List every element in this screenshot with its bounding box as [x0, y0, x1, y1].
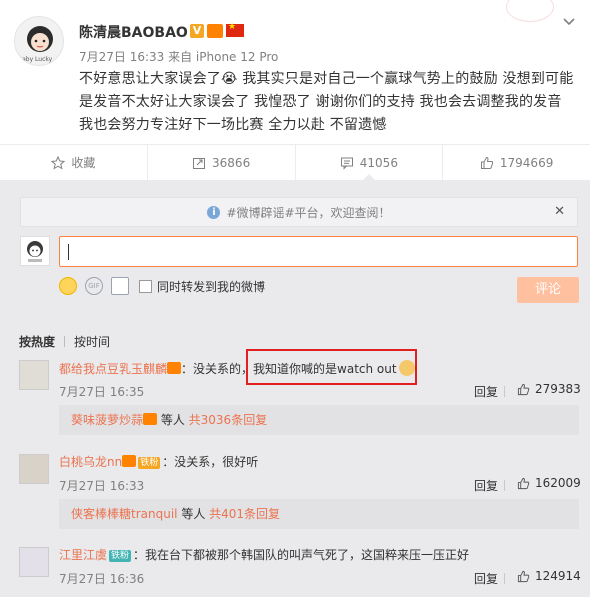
fan-badge[interactable]: 铁粉 [138, 457, 161, 469]
thumbs-up-icon [517, 570, 530, 582]
reply-button[interactable]: 回复 [474, 477, 498, 494]
comment-like-button[interactable]: 279383 [517, 382, 581, 396]
comment-text: ：没关系，很好听 [162, 455, 259, 469]
sub-replies-summary[interactable]: 葵味菠萝炒蒜 等人 共3036条回复 [59, 405, 579, 435]
verified-icon[interactable]: V [190, 24, 204, 38]
member-level-icon[interactable] [167, 362, 182, 374]
post-text: 不好意思让大家误会了😭 我其实只是对自己一个赢球气势上的鼓励 没想到可能是发音不… [79, 71, 574, 133]
comment-count: 41056 [359, 155, 398, 170]
submit-comment-button[interactable]: 评论 [517, 277, 579, 303]
thumbs-up-icon [480, 156, 494, 169]
author-name[interactable]: 陈清晨BAOBAO [79, 22, 188, 42]
sort-by-hot[interactable]: 按热度 [19, 333, 55, 350]
notice-text[interactable]: #微博辟谣#平台，欢迎查阅！ [226, 204, 390, 221]
commenter-avatar[interactable] [19, 360, 49, 390]
fan-badge[interactable]: 铁粉 [109, 550, 132, 562]
emoji-icon[interactable] [59, 277, 77, 295]
info-icon: i [207, 205, 221, 219]
sub-reply-user[interactable]: 侠客棒棒糖tranquil [71, 507, 178, 521]
thumbs-up-icon [517, 383, 530, 395]
close-icon[interactable]: ✕ [554, 204, 565, 219]
star-icon [51, 155, 66, 170]
repost-button[interactable]: 36866 [148, 145, 296, 180]
comment-like-count: 124914 [535, 569, 581, 583]
author-avatar[interactable]: Baby Lucky [14, 16, 64, 66]
watermark-stamp [506, 0, 554, 22]
repost-icon [193, 157, 206, 169]
sub-reply-user[interactable]: 葵味菠萝炒蒜 [71, 413, 143, 427]
like-count: 1794669 [499, 155, 554, 170]
my-avatar[interactable] [20, 236, 50, 266]
comment-time[interactable]: 7月27日 16:35 [59, 383, 144, 400]
sort-by-time[interactable]: 按时间 [74, 333, 110, 350]
rumor-notice[interactable]: i #微博辟谣#平台，欢迎查阅！ ✕ [20, 197, 578, 227]
action-divider [504, 480, 505, 491]
sub-reply-mid: 等人 [177, 507, 210, 521]
member-level-icon[interactable] [122, 455, 137, 467]
sub-replies-summary[interactable]: 侠客棒棒糖tranquil 等人 共401条回复 [59, 499, 579, 529]
gif-icon[interactable]: GIF [85, 277, 103, 295]
member-level-icon [143, 413, 158, 425]
author-badges: V [190, 22, 244, 38]
sub-reply-mid: 等人 [157, 413, 189, 427]
comment-time[interactable]: 7月27日 16:36 [59, 570, 144, 587]
comment-line: 白桃乌龙nn 铁粉 ：没关系，很好听 [59, 454, 258, 470]
sort-tabs: 按热度 按时间 [19, 333, 110, 350]
comment-like-button[interactable]: 162009 [517, 476, 581, 490]
comment-line: 江里江虞 铁粉 ：我在台下都被那个韩国队的叫声气死了，这国粹来压一压正好 [59, 547, 469, 563]
comment-icon [340, 157, 353, 170]
comment-input[interactable] [59, 236, 578, 267]
comment-time[interactable]: 7月27日 16:33 [59, 477, 144, 494]
commenter-name[interactable]: 江里江虞 [59, 548, 107, 562]
reply-button[interactable]: 回复 [474, 383, 498, 400]
weibo-post: Baby Lucky 陈清晨BAOBAO V 7月27日 16:33 来自 iP… [0, 0, 590, 144]
favorite-button[interactable]: 收藏 [0, 145, 148, 180]
post-meta[interactable]: 7月27日 16:33 来自 iPhone 12 Pro [79, 48, 278, 65]
repost-checkbox-label[interactable]: 同时转发到我的微博 [157, 278, 265, 295]
repost-count: 36866 [212, 155, 251, 170]
sort-divider [64, 336, 66, 347]
comment-like-count: 162009 [535, 476, 581, 490]
highlight-annotation-box [246, 349, 417, 385]
comment-like-button[interactable]: 124914 [517, 569, 581, 583]
commenter-avatar[interactable] [19, 454, 49, 484]
reply-button[interactable]: 回复 [474, 570, 498, 587]
favorite-label: 收藏 [71, 156, 96, 170]
thumbs-up-icon [517, 477, 530, 489]
action-divider [504, 386, 505, 397]
image-icon[interactable] [111, 277, 129, 295]
comment-button[interactable]: 41056 [296, 145, 444, 181]
action-divider [504, 573, 505, 584]
like-button[interactable]: 1794669 [443, 145, 590, 180]
post-action-bar: 收藏 36866 41056 1794669 [0, 144, 590, 181]
chevron-down-icon[interactable] [562, 14, 576, 28]
comment-text: ：没关系的， [181, 362, 254, 376]
composer-toolbar: GIF 同时转发到我的微博 [59, 275, 265, 297]
sub-reply-count[interactable]: 共401条回复 [209, 507, 280, 521]
avatar-caption: Baby Lucky [18, 56, 53, 63]
repost-checkbox[interactable] [139, 279, 152, 293]
commenter-name[interactable]: 白桃乌龙nn [59, 455, 122, 469]
comment-text: ：我在台下都被那个韩国队的叫声气死了，这国粹来压一压正好 [133, 548, 470, 562]
china-flag-icon [226, 22, 244, 37]
commenter-avatar[interactable] [19, 547, 49, 577]
comment-like-count: 279383 [535, 382, 581, 396]
sub-reply-count[interactable]: 共3036条回复 [189, 413, 268, 427]
member-level-icon[interactable] [207, 24, 223, 38]
commenter-name[interactable]: 都给我点豆乳玉麒麟 [59, 362, 167, 376]
